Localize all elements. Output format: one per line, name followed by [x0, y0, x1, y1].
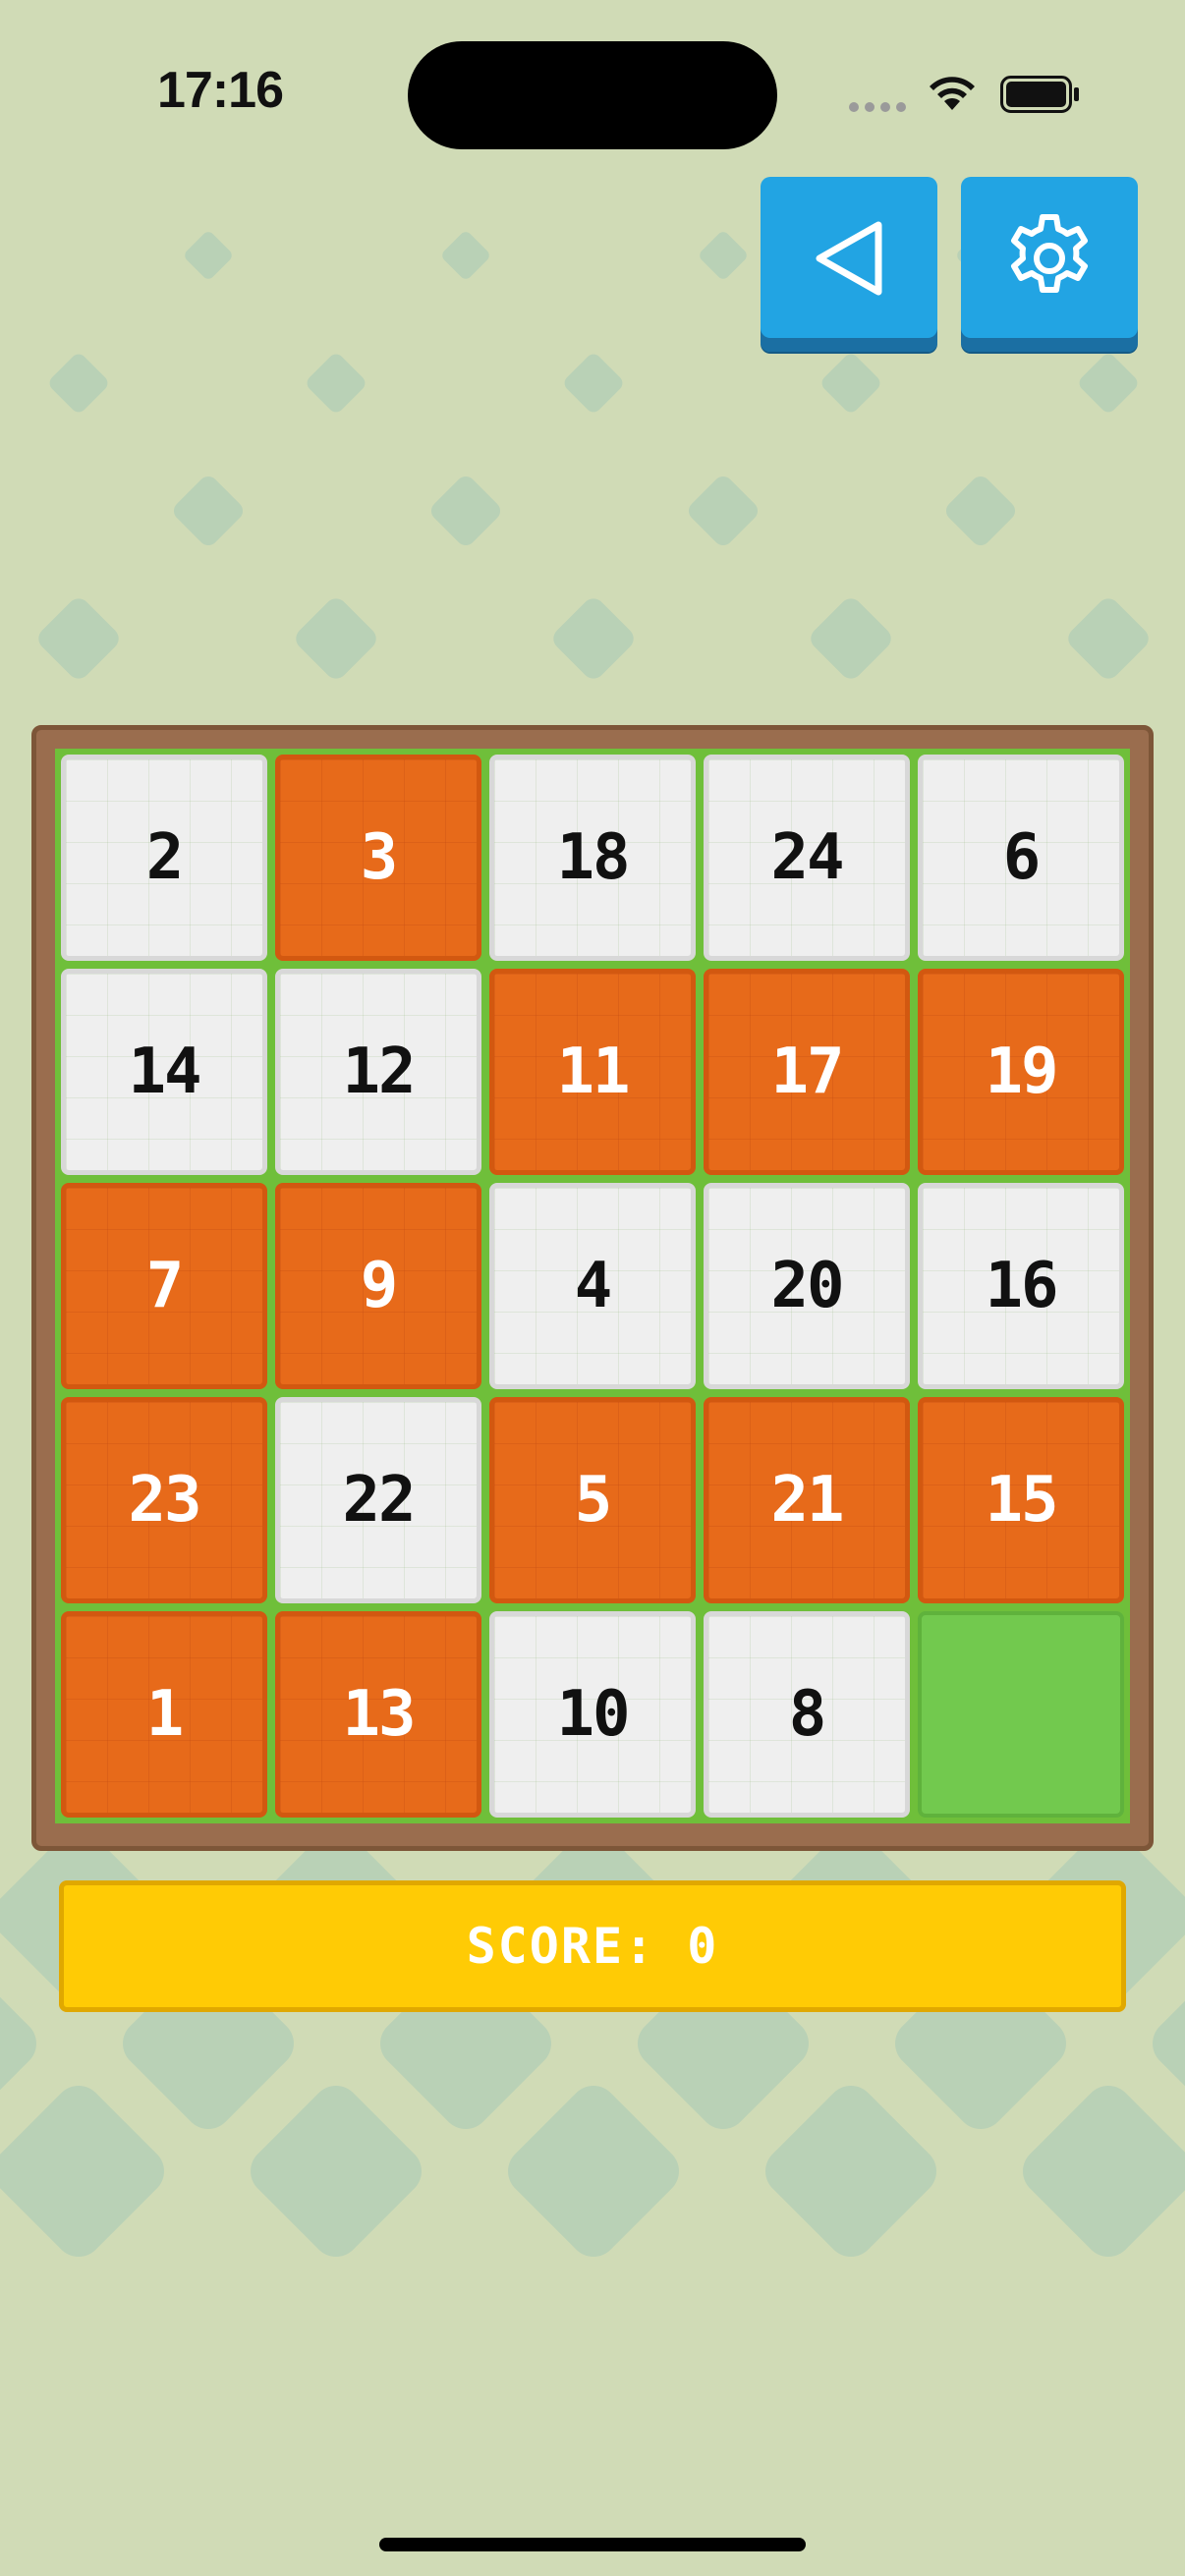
score-display: SCORE: 0: [59, 1880, 1126, 2012]
puzzle-tile[interactable]: 18: [489, 755, 696, 961]
puzzle-tile[interactable]: 7: [61, 1183, 267, 1389]
puzzle-tile[interactable]: 20: [704, 1183, 910, 1389]
dynamic-island: [408, 41, 777, 149]
puzzle-tile[interactable]: 2: [61, 755, 267, 961]
puzzle-tile[interactable]: 3: [275, 755, 481, 961]
puzzle-tile[interactable]: 15: [918, 1397, 1124, 1603]
puzzle-tile[interactable]: 8: [704, 1611, 910, 1818]
puzzle-tile[interactable]: 14: [61, 969, 267, 1175]
puzzle-tile[interactable]: 4: [489, 1183, 696, 1389]
puzzle-tile[interactable]: 9: [275, 1183, 481, 1389]
puzzle-tile[interactable]: 24: [704, 755, 910, 961]
puzzle-tile[interactable]: 13: [275, 1611, 481, 1818]
puzzle-grid: 2 3 18 24 6 14 12 11 17 19 7 9 4 20 16 23 22 5 21 15 1 13 10 8: [55, 749, 1130, 1823]
puzzle-tile[interactable]: 23: [61, 1397, 267, 1603]
puzzle-tile[interactable]: 1: [61, 1611, 267, 1818]
puzzle-tile[interactable]: 6: [918, 755, 1124, 961]
puzzle-tile[interactable]: 10: [489, 1611, 696, 1818]
empty-slot: [918, 1611, 1124, 1818]
triangle-left-icon: [816, 221, 882, 296]
puzzle-tile[interactable]: 11: [489, 969, 696, 1175]
puzzle-tile[interactable]: 17: [704, 969, 910, 1175]
puzzle-tile[interactable]: 21: [704, 1397, 910, 1603]
battery-icon: [1000, 76, 1079, 113]
home-indicator: [379, 2538, 806, 2551]
puzzle-tile[interactable]: 5: [489, 1397, 696, 1603]
puzzle-tile[interactable]: 16: [918, 1183, 1124, 1389]
settings-button[interactable]: [961, 177, 1138, 352]
wifi-icon: [930, 77, 975, 110]
puzzle-tile[interactable]: 19: [918, 969, 1124, 1175]
cellular-signal-icon: [849, 102, 906, 112]
back-button[interactable]: [761, 177, 937, 352]
status-time: 17:16: [157, 62, 284, 119]
gear-icon: [1011, 214, 1088, 293]
puzzle-tile[interactable]: 12: [275, 969, 481, 1175]
puzzle-tile[interactable]: 22: [275, 1397, 481, 1603]
